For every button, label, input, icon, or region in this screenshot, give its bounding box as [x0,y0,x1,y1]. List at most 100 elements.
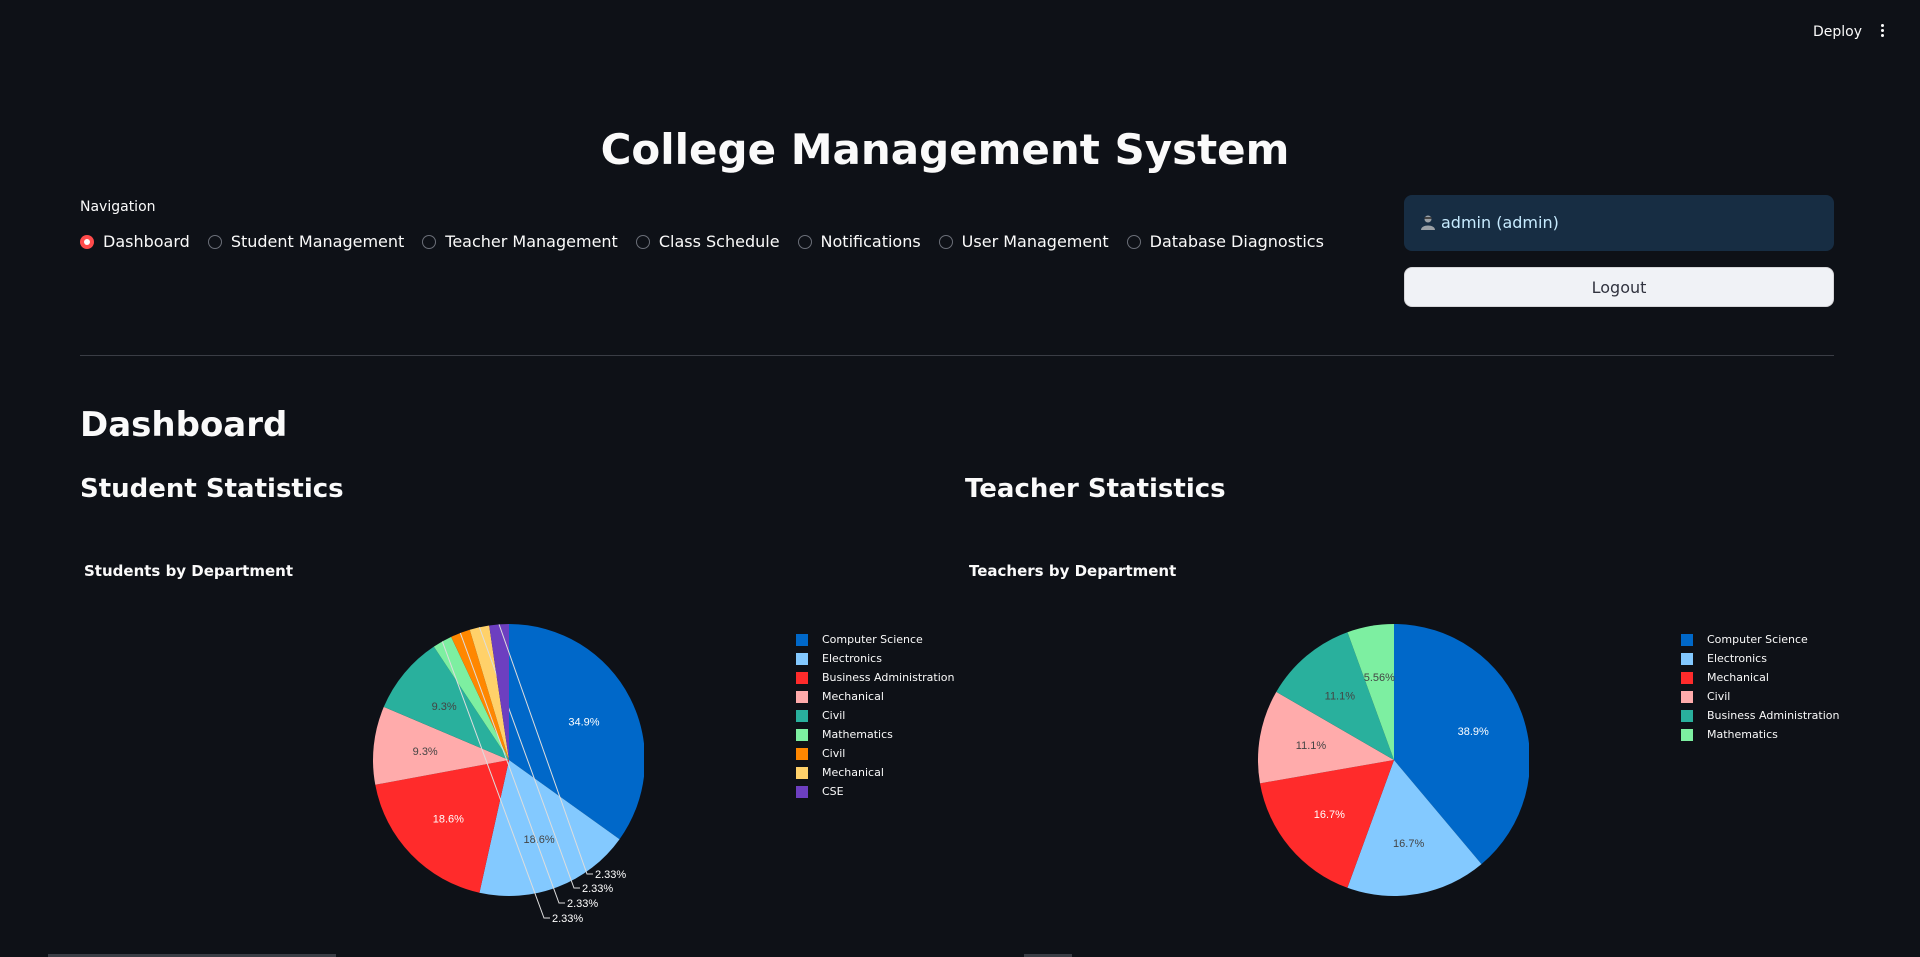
pie-chart-students: 34.9% 18.6% 18.6% 9.3% 9.3% 2.33% 2.33% 2.33% 2.… [373,624,644,925]
teacher-statistics-heading: Teacher Statistics [965,474,1226,504]
slice-label: 38.9% [1458,726,1489,738]
radio-icon[interactable] [797,234,812,249]
page-title: Dashboard [80,405,288,445]
legend-swatch [796,709,808,722]
radio-icon[interactable] [422,234,437,249]
nav-option-label: Teacher Management [445,232,618,251]
main-menu-icon[interactable] [1876,22,1888,42]
legend-label: Mechanical [822,690,884,703]
legend-swatch [796,747,808,760]
logout-button[interactable]: Logout [1404,267,1834,307]
legend-item[interactable]: Electronics [796,649,955,668]
top-toolbar: Deploy [0,0,1920,60]
slice-label: 11.1% [1325,690,1356,702]
legend-item[interactable]: Business Administration [796,668,955,687]
legend-label: Mechanical [822,766,884,779]
navigation-radio-group: Dashboard Student Management Teacher Man… [80,232,1342,251]
legend-item[interactable]: Business Administration [1681,706,1840,725]
legend-swatch [1681,652,1693,665]
legend-item[interactable]: Mathematics [796,725,955,744]
chart-legend: Computer Science Electronics Business Admi… [796,630,955,801]
nav-option-dashboard[interactable]: Dashboard [80,232,190,251]
radio-icon[interactable] [207,234,222,249]
legend-swatch [796,633,808,646]
nav-option-database-diagnostics[interactable]: Database Diagnostics [1126,232,1324,251]
students-by-department-chart: Students by Department 34.9% 18.6% 18.6% 9.… [84,540,964,940]
legend-item[interactable]: Mechanical [796,763,955,782]
legend-label: Business Administration [1707,709,1840,722]
slice-label: 5.56% [1364,672,1395,684]
legend-label: Civil [822,709,846,722]
nav-option-label: Class Schedule [658,232,780,251]
slice-label: 2.33% [567,898,598,910]
legend-item[interactable]: Mathematics [1681,725,1840,744]
person-icon [1421,215,1435,230]
legend-swatch [1681,690,1693,703]
legend-item[interactable]: Mechanical [796,687,955,706]
legend-swatch [1681,709,1693,722]
legend-label: Civil [822,747,846,760]
legend-swatch [1681,633,1693,646]
legend-label: Mathematics [1707,728,1778,741]
nav-option-student-management[interactable]: Student Management [207,232,405,251]
nav-option-label: Database Diagnostics [1149,232,1324,251]
navigation-label: Navigation [80,199,156,215]
legend-swatch [1681,671,1693,684]
chart-legend: Computer Science Electronics Mechanical Civ… [1681,630,1840,744]
legend-label: Computer Science [822,633,923,646]
slice-label: 2.33% [582,883,613,895]
slice-label: 18.6% [433,814,464,826]
slice-label: 2.33% [552,913,583,925]
legend-swatch [796,690,808,703]
legend-item[interactable]: Mechanical [1681,668,1840,687]
radio-icon[interactable] [635,234,650,249]
slice-label: 16.7% [1393,838,1424,850]
slice-label: 9.3% [413,746,438,758]
legend-item[interactable]: CSE [796,782,955,801]
legend-swatch [796,671,808,684]
legend-item[interactable]: Electronics [1681,649,1840,668]
user-name: admin (admin) [1441,213,1559,232]
nav-option-teacher-management[interactable]: Teacher Management [422,232,618,251]
legend-item[interactable]: Civil [796,706,955,725]
radio-icon[interactable] [938,234,953,249]
user-info-box: admin (admin) [1404,195,1834,251]
legend-label: CSE [822,785,844,798]
deploy-button[interactable]: Deploy [1813,24,1862,40]
slice-label: 11.1% [1296,740,1327,752]
nav-option-label: Student Management [230,232,405,251]
legend-item[interactable]: Civil [796,744,955,763]
slice-label: 9.3% [432,701,457,713]
student-statistics-heading: Student Statistics [80,474,344,504]
legend-label: Mechanical [1707,671,1769,684]
legend-label: Computer Science [1707,633,1808,646]
legend-item[interactable]: Computer Science [1681,630,1840,649]
slice-label: 16.7% [1314,809,1345,821]
app-title: College Management System [600,125,1290,174]
legend-swatch [796,728,808,741]
legend-item[interactable]: Civil [1681,687,1840,706]
radio-selected-icon[interactable] [80,234,94,249]
pie-chart-teachers: 38.9% 16.7% 16.7% 11.1% 11.1% 5.56% [1258,624,1529,896]
legend-label: Business Administration [822,671,955,684]
teachers-by-department-chart: Teachers by Department 38.9% 16.7% 16.7% 11… [969,540,1849,940]
nav-option-class-schedule[interactable]: Class Schedule [635,232,780,251]
legend-label: Mathematics [822,728,893,741]
nav-option-label: Notifications [820,232,921,251]
nav-option-label: Dashboard [103,232,190,251]
legend-label: Electronics [1707,652,1767,665]
legend-label: Electronics [822,652,882,665]
nav-option-label: User Management [961,232,1109,251]
legend-swatch [796,766,808,779]
legend-swatch [1681,728,1693,741]
slice-label: 18.6% [523,834,554,846]
radio-icon[interactable] [1126,234,1141,249]
slice-label: 34.9% [568,716,599,728]
legend-swatch [796,652,808,665]
nav-option-user-management[interactable]: User Management [938,232,1109,251]
divider [80,355,1834,356]
legend-item[interactable]: Computer Science [796,630,955,649]
nav-option-notifications[interactable]: Notifications [797,232,921,251]
legend-label: Civil [1707,690,1731,703]
legend-swatch [796,785,808,798]
